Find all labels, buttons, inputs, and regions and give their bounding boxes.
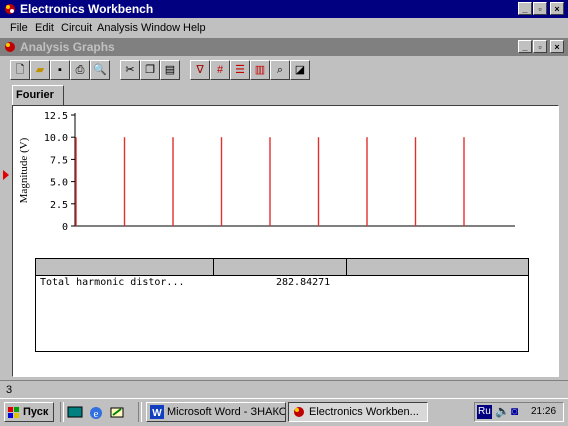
taskbar: Пуск e W Microsoft Word - ЗНАКОМ... Elec… [0, 398, 568, 426]
child-minimize-button[interactable]: _ [518, 40, 532, 53]
toggle-legend2-icon: ▥ [254, 64, 266, 76]
toggle-cursors-icon: ∇ [196, 64, 204, 76]
menu-window[interactable]: Window [141, 22, 180, 34]
toggle-cursors-button[interactable]: ∇ [190, 60, 210, 80]
taskbar-separator-2 [138, 402, 142, 422]
result-value: 282.84271 [276, 277, 331, 288]
results-table: Total harmonic distor... 282.84271 [35, 258, 529, 352]
title-bar: Electronics Workbench _ ▫ × [0, 0, 568, 18]
new-button[interactable]: 🗋 [10, 60, 30, 80]
toggle-legend-button[interactable]: ☰ [230, 60, 250, 80]
task-electronics-workbench[interactable]: Electronics Workben... [288, 402, 428, 422]
cut-button[interactable]: ✂ [120, 60, 140, 80]
toggle-legend2-button[interactable]: ▥ [250, 60, 270, 80]
menu-edit[interactable]: Edit [35, 22, 54, 34]
start-button[interactable]: Пуск [4, 402, 54, 422]
menu-bar: File Edit Circuit Analysis Window Help [0, 19, 568, 37]
y-tick-label: 12.5 [44, 111, 68, 122]
maximize-button[interactable]: ▫ [533, 2, 547, 15]
open-button[interactable]: ▰ [30, 60, 50, 80]
print-preview-button[interactable]: 🔍 [90, 60, 110, 80]
windows-logo-icon [8, 407, 19, 418]
outlook-express-icon[interactable] [109, 405, 125, 420]
close-button[interactable]: × [550, 2, 564, 15]
cursor-marker-icon[interactable] [3, 170, 9, 180]
child-maximize-button[interactable]: ▫ [533, 40, 547, 53]
tray-app-icon[interactable]: ◙ [511, 404, 518, 418]
paste-button[interactable]: ▤ [160, 60, 180, 80]
task-workbench-label: Electronics Workben... [309, 406, 419, 418]
window-title: Electronics Workbench [20, 2, 154, 16]
word-icon: W [150, 405, 164, 419]
menu-file[interactable]: File [10, 22, 28, 34]
minimize-button[interactable]: _ [518, 2, 532, 15]
menu-circuit[interactable]: Circuit [61, 22, 92, 34]
open-icon: ▰ [35, 64, 45, 76]
toggle-grid-button[interactable]: # [210, 60, 230, 80]
child-icon [5, 42, 15, 52]
app-icon [5, 4, 15, 14]
y-tick-label: 2.5 [50, 200, 68, 211]
menu-help[interactable]: Help [183, 22, 206, 34]
paste-icon: ▤ [164, 64, 176, 76]
save-button[interactable]: ▪ [50, 60, 70, 80]
language-indicator[interactable]: Ru [477, 405, 492, 419]
restore-button[interactable]: ◪ [290, 60, 310, 80]
zoom-button[interactable]: ⌕ [270, 60, 290, 80]
result-label: Total harmonic distor... [40, 277, 185, 288]
taskbar-separator [60, 402, 64, 422]
child-title-bar: Analysis Graphs _ ▫ × [0, 38, 568, 56]
results-column-3 [347, 259, 528, 275]
y-tick-label: 10.0 [44, 133, 68, 144]
task-word-label: Microsoft Word - ЗНАКОМ... [167, 406, 285, 418]
desktop-icon[interactable] [67, 405, 83, 420]
cut-icon: ✂ [125, 64, 135, 76]
svg-text:e: e [94, 408, 99, 420]
status-bar: 3 [0, 380, 568, 399]
status-text: 3 [6, 384, 13, 396]
copy-icon: ❐ [145, 64, 155, 76]
task-word[interactable]: W Microsoft Word - ЗНАКОМ... [146, 402, 286, 422]
tab-fourier[interactable]: Fourier [12, 85, 64, 105]
y-tick-label: 7.5 [50, 155, 68, 166]
print-icon: ⎙ [75, 64, 85, 76]
table-row: Total harmonic distor... 282.84271 [36, 277, 528, 291]
results-column-1 [36, 259, 214, 275]
copy-button[interactable]: ❐ [140, 60, 160, 80]
y-tick-label: 0 [62, 222, 68, 233]
print-button[interactable]: ⎙ [70, 60, 90, 80]
child-window-title: Analysis Graphs [20, 40, 115, 54]
internet-explorer-icon[interactable]: e [88, 405, 104, 420]
y-tick-label: 5.0 [50, 178, 68, 189]
workbench-icon [294, 407, 304, 417]
save-icon: ▪ [58, 64, 62, 76]
system-tray: Ru 🔈 ◙ 21:26 [474, 402, 564, 422]
results-column-2 [214, 259, 347, 275]
toggle-grid-icon: # [216, 64, 224, 76]
print-preview-icon: 🔍 [93, 64, 107, 76]
menu-analysis[interactable]: Analysis [97, 22, 138, 34]
svg-text:W: W [152, 408, 162, 419]
toggle-legend-icon: ☰ [235, 64, 245, 76]
start-label: Пуск [23, 406, 49, 418]
results-header [36, 259, 528, 276]
zoom-icon: ⌕ [276, 64, 284, 76]
restore-icon: ◪ [294, 64, 306, 76]
new-icon: 🗋 [15, 64, 25, 76]
volume-icon[interactable]: 🔈 [495, 404, 510, 418]
y-axis-label: Magnitude (V) [18, 137, 30, 203]
child-close-button[interactable]: × [550, 40, 564, 53]
clock: 21:26 [531, 406, 557, 417]
